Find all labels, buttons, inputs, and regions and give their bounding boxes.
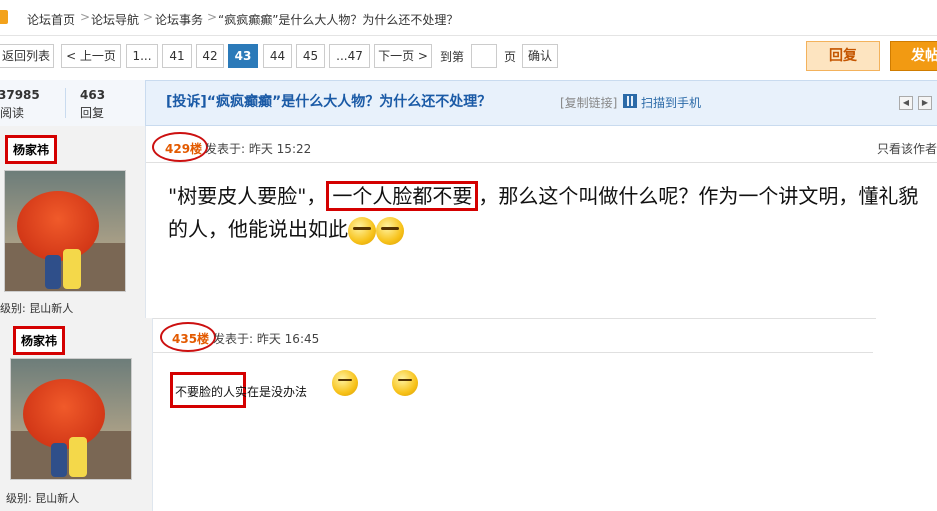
home-icon[interactable] [0, 10, 8, 24]
prev-page-button[interactable]: < 上一页 [61, 44, 121, 68]
crumb-separator: > [143, 10, 154, 24]
page-unit-label: 页 [504, 50, 517, 64]
post-time: 发表于: 昨天 15:22 [205, 142, 312, 156]
next-page-button[interactable]: 下一页 > [374, 44, 432, 68]
prev-thread-icon[interactable]: ◀ [899, 96, 913, 110]
page-41-button[interactable]: 41 [162, 44, 192, 68]
post-header-divider [146, 162, 937, 163]
reply-button[interactable]: 回复 [806, 41, 880, 71]
crumb-forum-home[interactable]: 论坛首页 [27, 11, 75, 28]
crumb-separator: > [80, 10, 91, 24]
post-body: "树要皮人要脸"， 一个人脸都不要 ，那么这个叫做什么呢？作为一个讲文明，懂礼貌的人… [168, 180, 937, 246]
page-first-button[interactable]: 1... [126, 44, 158, 68]
crumb-separator: > [207, 10, 218, 24]
post-text: 实在是没办法 [235, 385, 308, 399]
stats-divider [65, 88, 66, 118]
breadcrumb: 论坛首页 > 论坛导航 > 论坛事务 > “疯疯癫癫”是什么大人物？为什么还不处… [0, 0, 937, 36]
scan-to-mobile-link[interactable]: 扫描到手机 [641, 94, 701, 111]
page-last-button[interactable]: ...47 [329, 44, 370, 68]
avatar[interactable] [10, 358, 132, 480]
views-count: 37985 [0, 88, 40, 102]
floor-number[interactable]: 429楼 [165, 140, 202, 157]
author-level: 级别: 昆山新人 [6, 492, 80, 505]
back-to-list-button[interactable]: 返回列表 [0, 44, 54, 68]
new-post-button[interactable]: 发帖 [890, 41, 937, 71]
post-divider [146, 318, 876, 319]
post-text: "树要皮人要脸"， [168, 184, 327, 208]
smile-emoji-icon [391, 370, 418, 396]
avatar[interactable] [4, 170, 126, 292]
qr-code-icon[interactable] [623, 94, 637, 108]
goto-confirm-button[interactable]: 确认 [522, 44, 558, 68]
highlighted-text: 一个人脸都不要 [326, 181, 479, 211]
post-author-panel: 杨家祎 级别: 昆山新人 [0, 126, 146, 318]
replies-count: 463 [80, 88, 106, 102]
page-42-button[interactable]: 42 [196, 44, 224, 68]
replies-label: 回复 [80, 106, 105, 120]
crumb-forum-nav[interactable]: 论坛导航 [91, 11, 139, 28]
next-thread-icon[interactable]: ▶ [918, 96, 932, 110]
page-43-current[interactable]: 43 [228, 44, 258, 68]
copy-link-button[interactable]: [复制链接] [560, 94, 617, 111]
page-44-button[interactable]: 44 [263, 44, 292, 68]
grimace-emoji-icon [376, 216, 404, 245]
post-time: 发表于: 昨天 16:45 [213, 332, 320, 346]
smile-emoji-icon [332, 370, 358, 396]
author-name[interactable]: 杨家祎 [5, 135, 58, 164]
goto-page-input[interactable] [471, 44, 497, 68]
grimace-emoji-icon [348, 216, 376, 245]
post-header-divider [153, 352, 873, 353]
author-level: 级别: 昆山新人 [0, 302, 74, 315]
page-45-button[interactable]: 45 [296, 44, 325, 68]
post-author-panel: 杨家祎 级别: 昆山新人 [0, 318, 153, 511]
thread-title: [投诉]“疯疯癫癫”是什么大人物？为什么还不处理？ [166, 94, 492, 110]
views-label: 阅读 [0, 106, 25, 120]
author-name[interactable]: 杨家祎 [13, 326, 66, 355]
crumb-forum-affairs[interactable]: 论坛事务 [155, 11, 203, 28]
only-author-link[interactable]: 只看该作者 [877, 140, 937, 157]
floor-number[interactable]: 435楼 [172, 330, 209, 347]
post-body: 不要脸的人实在是没办法 [175, 383, 307, 400]
highlighted-text: 不要脸的人 [175, 385, 236, 399]
thread-stats: 37985 阅读 463 回复 [0, 80, 146, 126]
crumb-thread-title[interactable]: “疯疯癫癫”是什么大人物？为什么还不处理？ [218, 11, 458, 28]
goto-label: 到第 [440, 50, 465, 64]
